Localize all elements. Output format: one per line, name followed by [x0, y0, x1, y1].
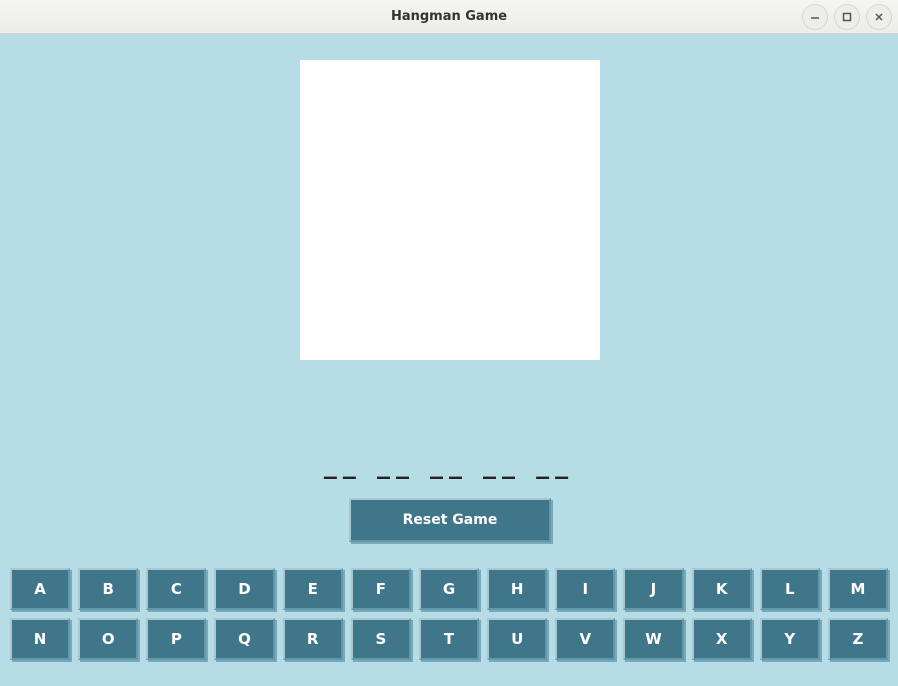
hangman-canvas [300, 60, 600, 360]
key-h[interactable]: H [487, 568, 547, 610]
key-x[interactable]: X [692, 618, 752, 660]
minimize-icon [810, 12, 820, 22]
keyboard-row-2: NOPQRSTUVWXYZ [10, 618, 888, 660]
key-w[interactable]: W [623, 618, 683, 660]
reset-button[interactable]: Reset Game [349, 498, 551, 542]
window-title: Hangman Game [0, 9, 898, 24]
key-a[interactable]: A [10, 568, 70, 610]
key-c[interactable]: C [146, 568, 206, 610]
key-y[interactable]: Y [760, 618, 820, 660]
close-button[interactable] [866, 4, 892, 30]
game-area: __ __ __ __ __ Reset Game ABCDEFGHIJKLM … [0, 34, 898, 686]
key-d[interactable]: D [214, 568, 274, 610]
key-p[interactable]: P [146, 618, 206, 660]
key-k[interactable]: K [692, 568, 752, 610]
key-g[interactable]: G [419, 568, 479, 610]
maximize-icon [842, 12, 852, 22]
key-o[interactable]: O [78, 618, 138, 660]
key-i[interactable]: I [555, 568, 615, 610]
key-f[interactable]: F [351, 568, 411, 610]
key-v[interactable]: V [555, 618, 615, 660]
key-q[interactable]: Q [214, 618, 274, 660]
key-u[interactable]: U [487, 618, 547, 660]
keyboard: ABCDEFGHIJKLM NOPQRSTUVWXYZ [10, 568, 888, 660]
key-b[interactable]: B [78, 568, 138, 610]
key-n[interactable]: N [10, 618, 70, 660]
key-m[interactable]: M [828, 568, 888, 610]
minimize-button[interactable] [802, 4, 828, 30]
window-controls [802, 4, 892, 30]
key-e[interactable]: E [283, 568, 343, 610]
maximize-button[interactable] [834, 4, 860, 30]
key-r[interactable]: R [283, 618, 343, 660]
key-t[interactable]: T [419, 618, 479, 660]
keyboard-row-1: ABCDEFGHIJKLM [10, 568, 888, 610]
close-icon [874, 12, 884, 22]
key-j[interactable]: J [623, 568, 683, 610]
key-z[interactable]: Z [828, 618, 888, 660]
word-display: __ __ __ __ __ [0, 450, 898, 480]
key-l[interactable]: L [760, 568, 820, 610]
window-titlebar: Hangman Game [0, 0, 898, 34]
key-s[interactable]: S [351, 618, 411, 660]
